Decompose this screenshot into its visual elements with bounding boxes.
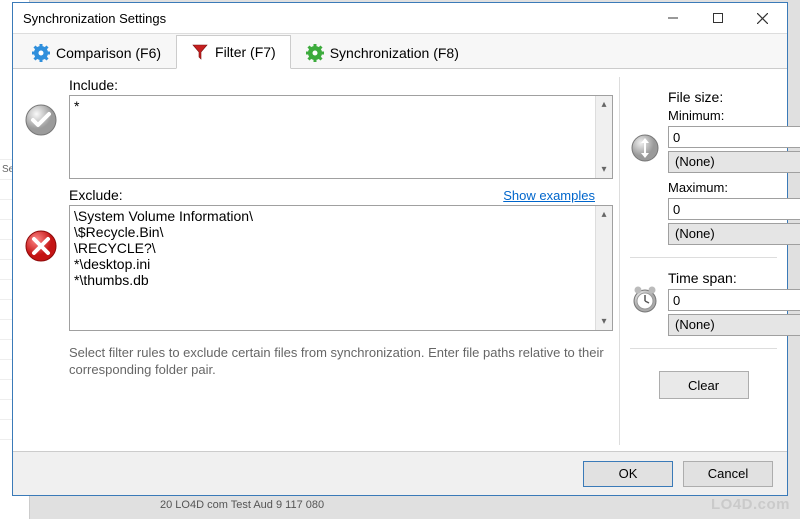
include-section: Include: ▴ ▾ [23,77,613,179]
maximum-unit-combo[interactable]: (None) ⌄ [668,223,800,245]
timespan-unit-combo[interactable]: (None) ⌄ [668,314,800,336]
watermark: LO4D.com [711,496,790,513]
include-scrollbar[interactable]: ▴ ▾ [595,96,612,178]
minimum-spinbox[interactable]: ▲▼ [668,126,800,148]
title-bar: Synchronization Settings [13,3,787,33]
time-span-group: Time span: ▲▼ (None) ⌄ [630,270,777,336]
timespan-spinbox[interactable]: ▲▼ [668,289,800,311]
divider [630,348,777,349]
maximum-spinbox[interactable]: ▲▼ [668,198,800,220]
scroll-up-icon: ▴ [596,206,612,223]
exclude-textarea-wrap: ▴ ▾ [69,205,613,331]
file-size-label: File size: [668,89,800,105]
tab-bar: Comparison (F6) Filter (F7) Synchronizat… [13,33,787,69]
scroll-down-icon: ▾ [596,161,612,178]
file-size-icon [630,133,660,163]
exclude-textarea[interactable] [70,206,595,330]
file-size-group: File size: Minimum: ▲▼ (None) ⌄ Maximum:… [630,89,777,245]
minimize-button[interactable] [650,4,695,32]
funnel-icon [191,43,209,61]
show-examples-link[interactable]: Show examples [503,188,595,203]
minimize-icon [668,13,678,23]
tab-synchronization-label: Synchronization (F8) [330,45,459,61]
include-check-icon [24,103,58,137]
tab-filter[interactable]: Filter (F7) [176,35,291,69]
minimum-unit-combo[interactable]: (None) ⌄ [668,151,800,173]
scroll-up-icon: ▴ [596,96,612,113]
divider [630,257,777,258]
tab-filter-label: Filter (F7) [215,44,276,60]
exclude-section: Exclude: Show examples ▴ ▾ [23,187,613,331]
tab-comparison-label: Comparison (F6) [56,45,161,61]
maximum-label: Maximum: [668,180,800,195]
gear-blue-icon [32,44,50,62]
clock-icon [630,284,660,314]
minimum-label: Minimum: [668,108,800,123]
dialog-synchronization-settings: Synchronization Settings Comparison (F6)… [12,2,788,496]
gear-green-icon [306,44,324,62]
window-title: Synchronization Settings [23,11,650,26]
dialog-footer: OK Cancel [13,451,787,495]
include-label: Include: [69,77,613,93]
minimum-input[interactable] [669,127,800,147]
minimum-unit-text: (None) [669,152,800,172]
tab-comparison[interactable]: Comparison (F6) [17,35,176,69]
include-textarea-wrap: ▴ ▾ [69,95,613,179]
timespan-unit-text: (None) [669,315,800,335]
close-button[interactable] [740,4,785,32]
exclude-scrollbar[interactable]: ▴ ▾ [595,206,612,330]
right-column: File size: Minimum: ▲▼ (None) ⌄ Maximum:… [619,77,777,445]
maximum-input[interactable] [669,199,800,219]
background-statusbar: 20 LO4D com Test Aud 9 117 080 [160,499,660,517]
clear-button[interactable]: Clear [659,371,749,399]
close-icon [757,13,768,24]
maximize-button[interactable] [695,4,740,32]
maximize-icon [713,13,723,23]
maximum-unit-text: (None) [669,224,800,244]
scroll-down-icon: ▾ [596,313,612,330]
exclude-cross-icon [24,229,58,263]
help-text: Select filter rules to exclude certain f… [69,345,613,379]
include-textarea[interactable] [70,96,595,178]
cancel-button[interactable]: Cancel [683,461,773,487]
ok-button[interactable]: OK [583,461,673,487]
tab-synchronization[interactable]: Synchronization (F8) [291,35,474,69]
time-span-label: Time span: [668,270,800,286]
exclude-label: Exclude: [69,187,123,203]
dialog-body: Include: ▴ ▾ [13,69,787,451]
timespan-input[interactable] [669,290,800,310]
left-column: Include: ▴ ▾ [23,77,613,445]
